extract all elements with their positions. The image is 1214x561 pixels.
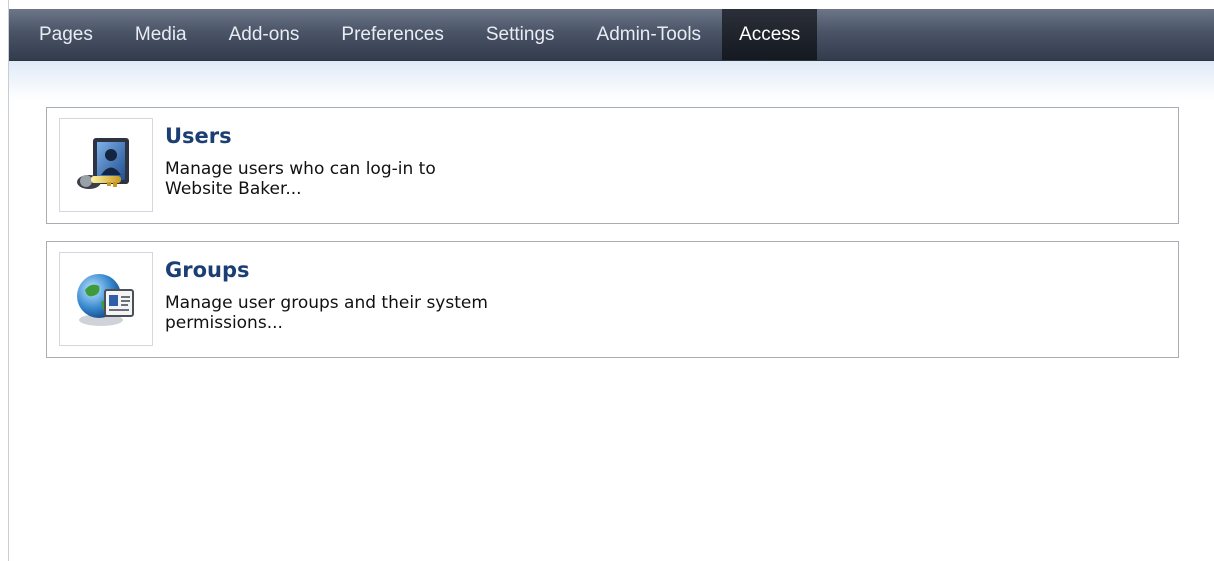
- nav-item-add-ons[interactable]: Add-ons: [208, 9, 321, 60]
- top-navigation-bar: Pages Media Add-ons Preferences Settings…: [9, 9, 1214, 61]
- main-menu: Pages Media Add-ons Preferences Settings…: [9, 9, 818, 60]
- nav-item-pages[interactable]: Pages: [9, 9, 114, 60]
- nav-item-preferences[interactable]: Preferences: [320, 9, 464, 60]
- nav-item-admin-tools[interactable]: Admin-Tools: [576, 9, 723, 60]
- groups-section-card[interactable]: Groups Manage user groups and their syst…: [46, 241, 1179, 358]
- users-description: Manage users who can log-in to Website B…: [165, 159, 585, 199]
- groups-title[interactable]: Groups: [165, 258, 250, 282]
- groups-description-line-1: Manage user groups and their system: [165, 293, 488, 313]
- users-description-line-2: Website Baker...: [165, 179, 302, 199]
- nav-item-access[interactable]: Access: [722, 9, 818, 60]
- groups-icon-frame[interactable]: [59, 252, 153, 346]
- users-description-line-1: Manage users who can log-in to: [165, 159, 436, 179]
- user-keys-icon: [77, 138, 129, 189]
- nav-item-settings[interactable]: Settings: [465, 9, 576, 60]
- admin-frame: Pages Media Add-ons Preferences Settings…: [8, 0, 1214, 561]
- groups-description-line-2: permissions...: [165, 313, 283, 333]
- users-section-card[interactable]: Users Manage users who can log-in to Web…: [46, 107, 1179, 224]
- nav-item-media[interactable]: Media: [114, 9, 208, 60]
- users-title[interactable]: Users: [165, 124, 232, 148]
- globe-id-card-icon: [77, 274, 134, 326]
- header-gradient-band: [9, 61, 1214, 101]
- groups-description: Manage user groups and their system perm…: [165, 293, 585, 333]
- users-icon-frame[interactable]: [59, 118, 153, 212]
